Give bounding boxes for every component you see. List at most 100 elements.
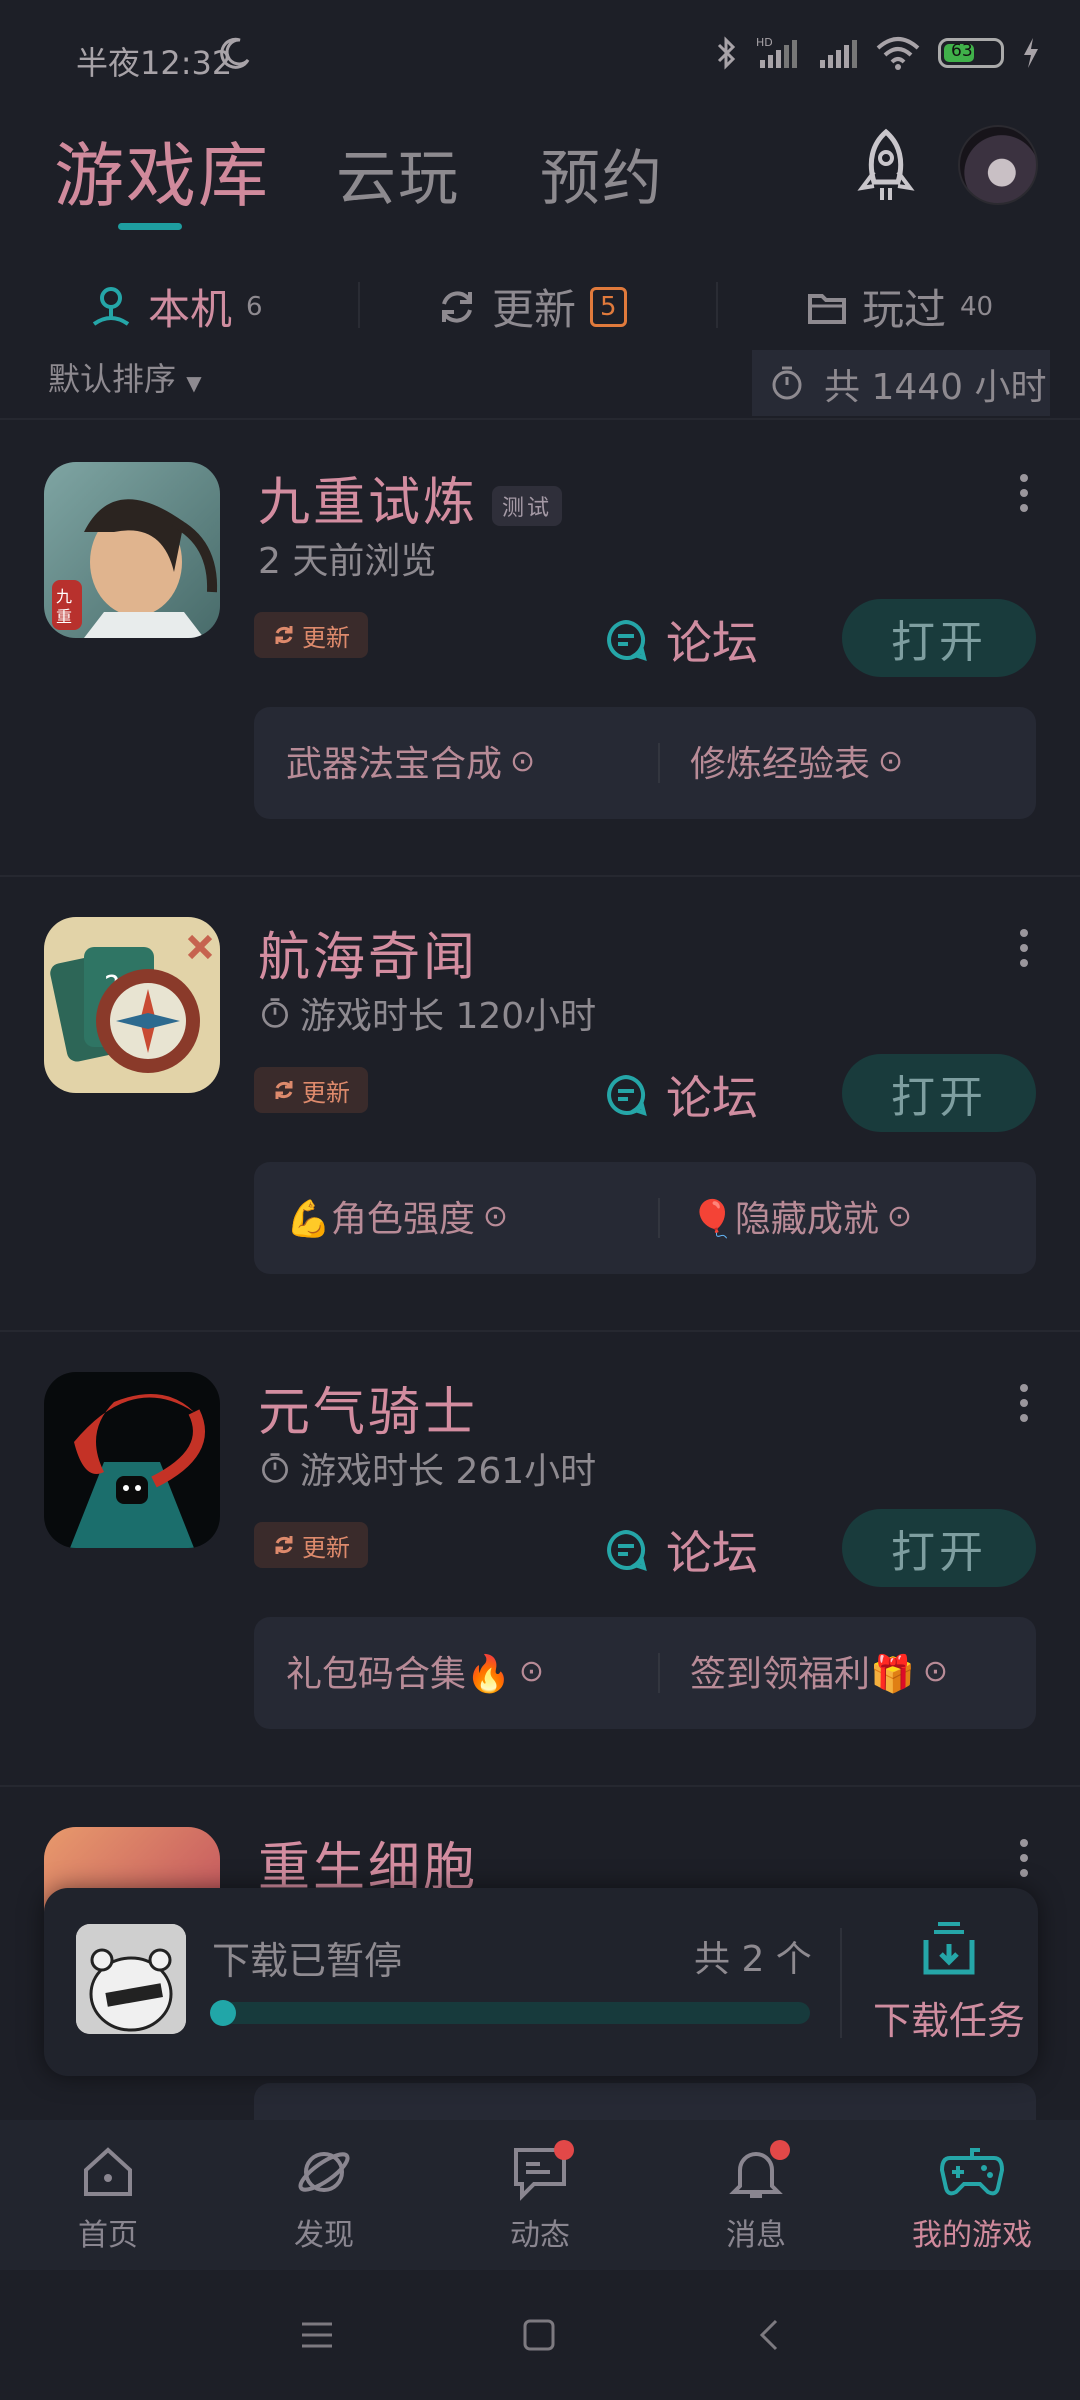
active-tab-indicator	[118, 223, 182, 230]
quick-link[interactable]: 武器法宝合成 ⊙	[286, 735, 535, 787]
menu-icon[interactable]	[300, 2318, 334, 2352]
game-title: 九重试炼 测试	[258, 460, 563, 535]
game-title: 航海奇闻	[258, 928, 479, 988]
game-subtitle: 游戏时长 261小时	[258, 1442, 596, 1494]
signal-icon	[820, 40, 857, 68]
game-subtitle: 2 天前浏览	[258, 541, 437, 582]
svg-text:九: 九	[56, 587, 72, 606]
open-button[interactable]: 打开	[842, 1509, 1036, 1587]
bottom-nav: 首页 发现 动态 消息 我的游戏	[0, 2120, 1080, 2270]
subtab-played[interactable]: 玩过 40	[806, 276, 993, 337]
download-progress-bar	[210, 2000, 810, 2026]
chevron-circle-icon: ⊙	[878, 743, 904, 779]
download-count: 共 2 个	[694, 1939, 812, 1980]
open-button[interactable]: 打开	[842, 1054, 1036, 1132]
back-icon[interactable]	[752, 2318, 786, 2352]
subtab-local[interactable]: 本机 6	[88, 276, 263, 337]
stopwatch-icon	[262, 998, 288, 1028]
avatar[interactable]	[958, 125, 1038, 205]
home-icon	[84, 2147, 132, 2196]
nav-my-games[interactable]: 我的游戏	[892, 2142, 1052, 2254]
nav-discover[interactable]: 发现	[244, 2142, 404, 2254]
chevron-circle-icon: ⊙	[886, 1198, 912, 1234]
quick-link[interactable]: 礼包码合集🔥 ⊙	[286, 1645, 544, 1697]
forum-icon	[607, 1074, 647, 1117]
game-card: 元气骑士 游戏时长 261小时 更新 论坛 打开 礼包码合集🔥 ⊙ 签到领福利🎁 ⊙	[0, 1332, 1080, 1787]
home-square-icon[interactable]	[522, 2318, 556, 2352]
chevron-circle-icon: ⊙	[518, 1653, 544, 1689]
system-nav	[0, 2270, 1080, 2400]
quick-link[interactable]: 修炼经验表 ⊙	[690, 735, 903, 787]
forum-button[interactable]: 论坛	[604, 1517, 758, 1583]
nav-home[interactable]: 首页	[28, 2142, 188, 2254]
refresh-icon	[275, 1536, 293, 1554]
download-thumbnail	[76, 1924, 186, 2034]
game-icon[interactable]: ?	[44, 917, 220, 1093]
quick-links: 武器法宝合成 ⊙ 修炼经验表 ⊙	[254, 707, 1036, 819]
download-panel[interactable]: 下载已暂停 共 2 个 下载任务	[44, 1888, 1038, 2076]
forum-icon	[607, 619, 647, 662]
nav-feed[interactable]: 动态	[460, 2140, 620, 2254]
game-card: ? 航海奇闻 游戏时长 120小时 更新 论坛 打开 💪角色强度⊙ 🎈隐藏成就⊙	[0, 877, 1080, 1332]
moon-icon	[220, 37, 250, 69]
total-playtime-box: 共 1440 小时	[752, 350, 1050, 416]
forum-icon	[607, 1529, 647, 1572]
quick-links	[254, 2083, 1036, 2120]
chevron-circle-icon: ⊙	[510, 743, 536, 779]
nav-messages[interactable]: 消息	[676, 2140, 836, 2254]
forum-button[interactable]: 论坛	[604, 607, 758, 673]
update-chip[interactable]: 更新	[254, 1522, 368, 1568]
refresh-icon	[275, 1081, 293, 1099]
charging-icon	[1024, 38, 1038, 68]
game-icon[interactable]: 九 重	[44, 462, 220, 638]
wifi-icon	[876, 37, 920, 70]
game-icon[interactable]	[44, 1372, 220, 1548]
quick-link[interactable]: 签到领福利🎁 ⊙	[690, 1645, 948, 1697]
update-count-badge: 5	[590, 286, 627, 327]
status-time: 半夜12:32	[76, 44, 233, 82]
game-subtitle: 游戏时长 120小时	[258, 987, 596, 1039]
forum-button[interactable]: 论坛	[604, 1062, 758, 1128]
notification-dot	[554, 2140, 574, 2160]
download-status: 下载已暂停	[212, 1939, 403, 1983]
test-tag: 测试	[492, 486, 563, 526]
quick-links: 礼包码合集🔥 ⊙ 签到领福利🎁 ⊙	[254, 1617, 1036, 1729]
sort-dropdown[interactable]: 默认排序 ▼	[48, 354, 202, 400]
local-device-icon	[92, 286, 130, 326]
rocket-icon[interactable]	[852, 128, 920, 208]
chevron-circle-icon: ⊙	[922, 1653, 948, 1689]
status-bar: 半夜12:32 HD 63	[0, 0, 1080, 110]
stopwatch-icon	[772, 366, 802, 400]
gamepad-icon	[939, 2148, 1005, 2196]
quick-link[interactable]: 🎈隐藏成就 ⊙	[690, 1190, 912, 1242]
more-options-icon[interactable]	[1020, 474, 1030, 514]
game-card: 九 重 九重试炼 测试 2 天前浏览 更新 论坛 打开 武器法宝合成 ⊙ 修炼经验表…	[0, 422, 1080, 877]
more-options-icon[interactable]	[1020, 1384, 1030, 1424]
open-button[interactable]: 打开	[842, 599, 1036, 677]
download-tasks-button[interactable]: 下载任务	[864, 1918, 1034, 2045]
more-options-icon[interactable]	[1020, 1839, 1030, 1879]
update-chip[interactable]: 更新	[254, 612, 368, 658]
stopwatch-icon	[262, 1453, 288, 1483]
svg-text:HD: HD	[756, 36, 773, 49]
more-options-icon[interactable]	[1020, 929, 1030, 969]
tab-cloud-play[interactable]: 云玩	[336, 130, 460, 217]
sub-tabs: 本机 6 更新 5 玩过 40	[0, 262, 1080, 342]
refresh-icon	[442, 290, 472, 323]
battery-icon: 63	[938, 38, 1004, 68]
signal-hd-icon: HD	[756, 36, 797, 68]
folder-icon	[808, 293, 846, 324]
sort-row: 默认排序 ▼ 共 1440 小时	[0, 350, 1080, 420]
download-tray-icon	[923, 1922, 975, 1975]
chevron-circle-icon: ⊙	[482, 1198, 508, 1234]
game-title: 元气骑士	[258, 1383, 479, 1443]
subtab-updates[interactable]: 更新 5	[436, 276, 627, 337]
quick-link[interactable]: 💪角色强度 ⊙	[286, 1190, 508, 1242]
tab-reservations[interactable]: 预约	[540, 130, 664, 217]
update-chip[interactable]: 更新	[254, 1067, 368, 1113]
refresh-icon	[275, 626, 293, 644]
quick-links: 💪角色强度 ⊙ 🎈隐藏成就 ⊙	[254, 1162, 1036, 1274]
tab-game-library[interactable]: 游戏库	[54, 120, 270, 221]
caret-down-icon: ▼	[186, 371, 202, 395]
bluetooth-icon	[717, 36, 736, 70]
